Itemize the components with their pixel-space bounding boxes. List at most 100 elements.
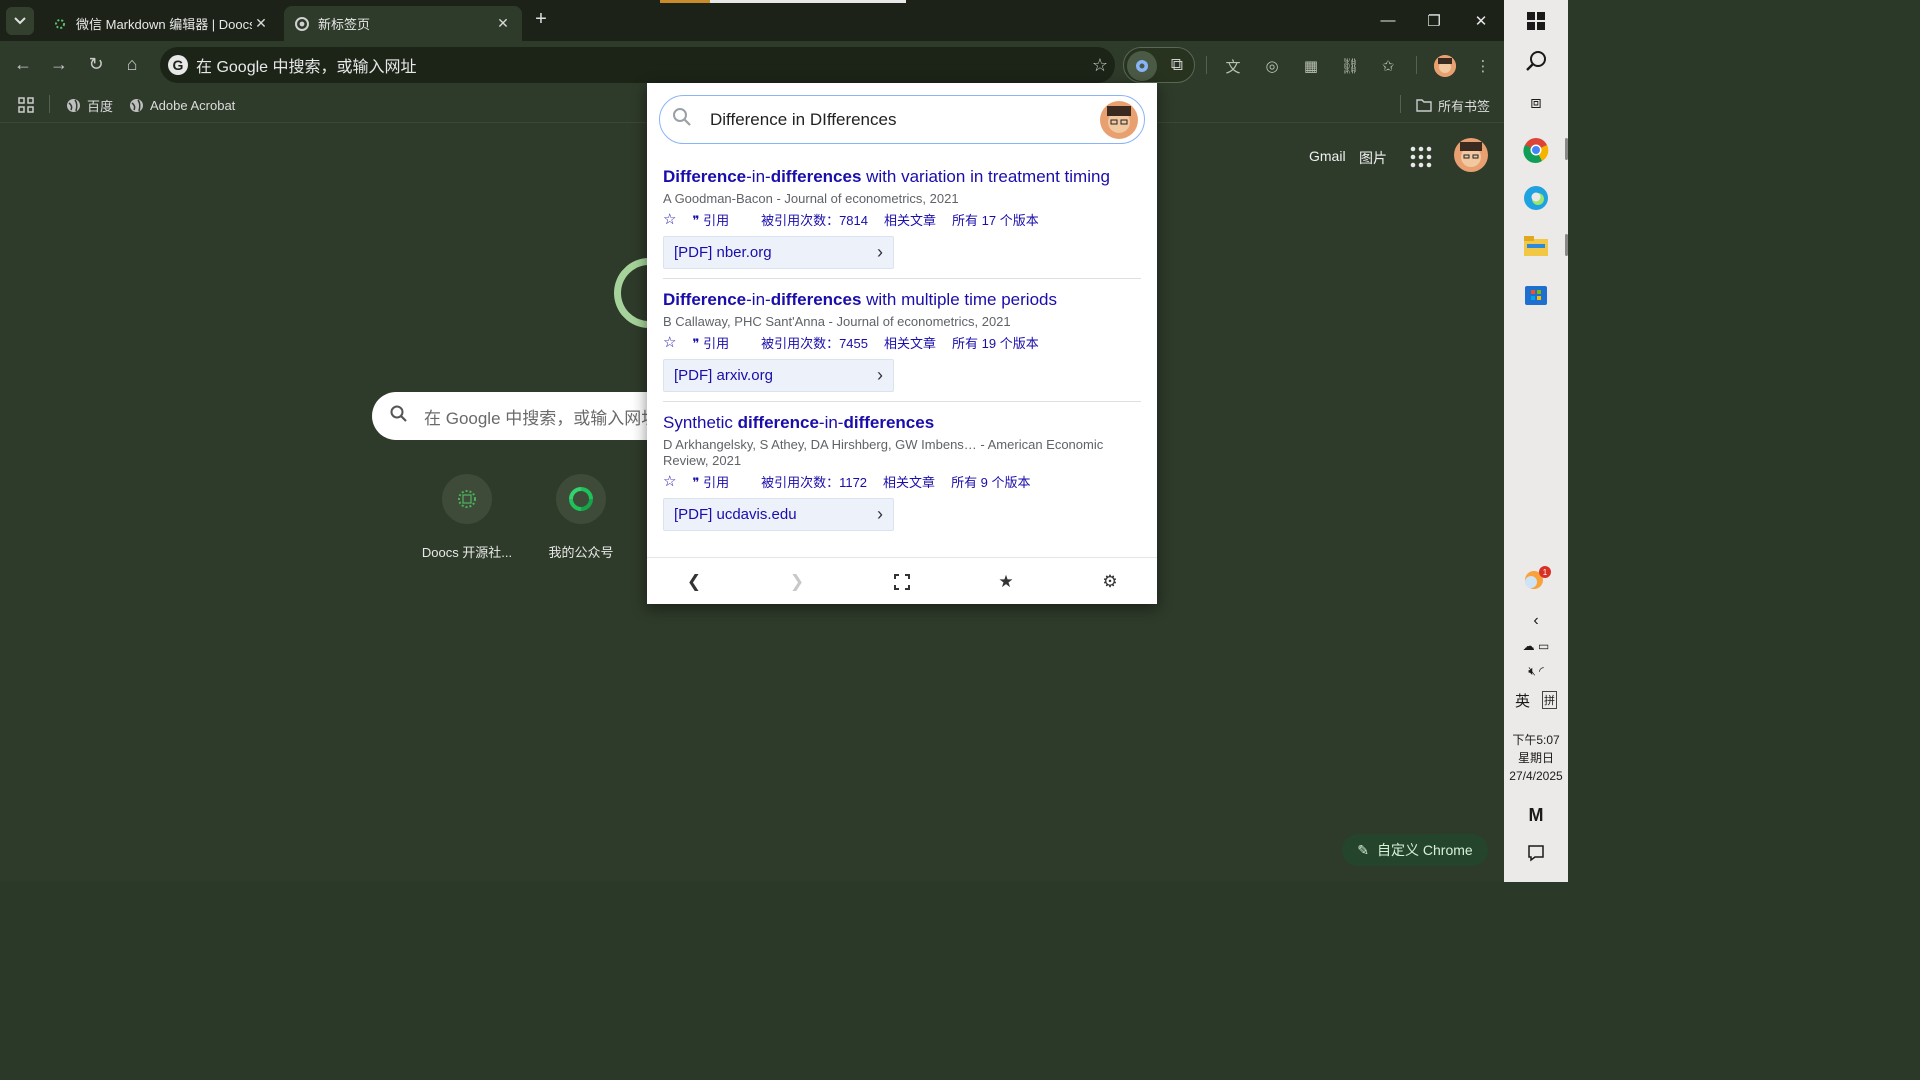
- customize-chrome-button[interactable]: ✎ 自定义 Chrome: [1342, 834, 1488, 866]
- search-result: Difference-in-differences with variation…: [663, 166, 1141, 269]
- close-tab-icon[interactable]: ✕: [494, 15, 512, 32]
- apps-grid-icon[interactable]: [18, 95, 34, 115]
- chrome-favicon-icon: [294, 16, 310, 32]
- qr-code-icon[interactable]: ▦: [1300, 55, 1322, 77]
- tab-new-tab[interactable]: 新标签页 ✕: [284, 6, 522, 41]
- doocs-icon: [442, 474, 492, 524]
- minimize-icon[interactable]: —: [1365, 0, 1411, 41]
- screenshot-icon[interactable]: ◎: [1261, 55, 1283, 77]
- cite-button[interactable]: ❞ 引用: [692, 333, 745, 352]
- popup-search-box[interactable]: [659, 95, 1145, 144]
- search-result: Synthetic difference-in-differences D Ar…: [663, 412, 1141, 531]
- back-arrow-icon[interactable]: ←: [10, 51, 36, 77]
- file-explorer-icon[interactable]: [1504, 232, 1568, 260]
- saved-star-icon[interactable]: ★: [994, 570, 1018, 594]
- ime-language: 英: [1514, 692, 1530, 710]
- previous-chevron-icon[interactable]: ❮: [682, 570, 706, 594]
- favorites-icon[interactable]: ✩: [1377, 55, 1399, 77]
- title-bold-part: differences: [770, 167, 862, 186]
- close-tab-icon[interactable]: ✕: [252, 15, 270, 32]
- related-articles-link[interactable]: 相关文章: [883, 472, 935, 491]
- tray-volume-network-icons[interactable]: 🔇︎ ◜: [1504, 661, 1568, 681]
- home-icon[interactable]: ⌂: [119, 51, 145, 77]
- next-chevron-icon[interactable]: ❯: [785, 570, 809, 594]
- chevron-right-icon: ›: [877, 242, 883, 262]
- show-hidden-icons-chevron-icon[interactable]: ‹: [1504, 610, 1568, 632]
- fullscreen-icon[interactable]: [890, 570, 914, 594]
- extensions-puzzle-icon[interactable]: ⧉: [1166, 55, 1188, 77]
- cite-button[interactable]: ❞ 引用: [692, 472, 745, 491]
- related-articles-link[interactable]: 相关文章: [884, 333, 936, 352]
- result-title-link[interactable]: Synthetic difference-in-differences: [663, 412, 1141, 433]
- title-bold-part: Difference: [663, 290, 747, 309]
- toolbar-separator: [1206, 56, 1207, 74]
- cite-button[interactable]: ❞ 引用: [692, 210, 745, 229]
- chrome-taskbar-icon[interactable]: [1504, 136, 1568, 164]
- address-bar[interactable]: G 在 Google 中搜索，或输入网址 ☆: [160, 47, 1115, 83]
- account-avatar[interactable]: [1454, 138, 1488, 172]
- new-tab-button[interactable]: +: [530, 8, 552, 32]
- pdf-link[interactable]: [PDF] nber.org ›: [663, 236, 894, 269]
- images-link[interactable]: 图片: [1359, 148, 1387, 168]
- all-bookmarks-button[interactable]: 所有书签: [1416, 95, 1490, 115]
- tab-markdown-editor[interactable]: 微信 Markdown 编辑器 | Doocs ✕: [42, 6, 280, 41]
- restore-icon[interactable]: ❐: [1411, 0, 1457, 41]
- forward-arrow-icon[interactable]: →: [46, 51, 72, 77]
- cited-by-link[interactable]: 被引用次数：1172: [761, 472, 867, 491]
- all-versions-link[interactable]: 所有 19 个版本: [952, 333, 1039, 352]
- google-apps-icon[interactable]: [1410, 146, 1432, 168]
- all-versions-link[interactable]: 所有 17 个版本: [952, 210, 1039, 229]
- cited-by-link[interactable]: 被引用次数：7455: [761, 333, 868, 352]
- tab-search-button[interactable]: [6, 7, 34, 35]
- ime-indicator[interactable]: 英 拼: [1504, 688, 1568, 712]
- link-icon[interactable]: ⛓: [1339, 55, 1361, 77]
- save-star-icon[interactable]: ☆: [663, 472, 676, 490]
- related-articles-link[interactable]: 相关文章: [884, 210, 936, 229]
- google-icon: G: [168, 55, 188, 75]
- pdf-link[interactable]: [PDF] arxiv.org ›: [663, 359, 894, 392]
- result-actions: ☆ ❞ 引用 被引用次数：7455 相关文章 所有 19 个版本: [663, 333, 1141, 351]
- popup-avatar[interactable]: [1100, 101, 1138, 139]
- clock[interactable]: 下午5:07 星期日 27/4/2025: [1504, 730, 1568, 786]
- menu-kebab-icon[interactable]: ⋮: [1472, 55, 1494, 77]
- save-star-icon[interactable]: ☆: [663, 333, 676, 351]
- save-star-icon[interactable]: ☆: [663, 210, 676, 228]
- edge-taskbar-icon[interactable]: [1504, 184, 1568, 212]
- settings-gear-icon[interactable]: ⚙: [1098, 570, 1122, 594]
- search-icon[interactable]: [1504, 48, 1568, 74]
- title-part: -in-: [746, 167, 771, 186]
- task-view-icon[interactable]: ⧈: [1504, 90, 1568, 114]
- all-versions-link[interactable]: 所有 9 个版本: [951, 472, 1030, 491]
- shortcut-label: Doocs 开源社...: [421, 545, 513, 560]
- active-app-indicator: [1565, 138, 1568, 160]
- pdf-label: [PDF] arxiv.org: [674, 367, 773, 384]
- tab-title: 微信 Markdown 编辑器 | Doocs: [76, 17, 252, 32]
- pdf-link[interactable]: [PDF] ucdavis.edu ›: [663, 498, 894, 531]
- notification-badge: 1: [1543, 568, 1548, 577]
- result-title-link[interactable]: Difference-in-differences with variation…: [663, 166, 1141, 187]
- result-actions: ☆ ❞ 引用 被引用次数：1172 相关文章 所有 9 个版本: [663, 472, 1141, 490]
- shortcut-doocs[interactable]: Doocs 开源社...: [412, 474, 522, 561]
- notification-center-icon[interactable]: [1504, 842, 1568, 864]
- close-window-icon[interactable]: ✕: [1458, 0, 1504, 41]
- title-part: with variation in treatment timing: [861, 167, 1110, 186]
- windows-start-icon[interactable]: [1504, 8, 1568, 34]
- result-title-link[interactable]: Difference-in-differences with multiple …: [663, 289, 1141, 310]
- profile-avatar[interactable]: [1434, 55, 1456, 77]
- shortcut-wechat-account[interactable]: 我的公众号: [526, 474, 636, 561]
- scholar-extension-icon[interactable]: [1127, 51, 1157, 81]
- chevron-down-icon: [14, 17, 26, 25]
- microsoft-store-icon[interactable]: [1504, 280, 1568, 308]
- bookmark-adobe-acrobat[interactable]: Adobe Acrobat: [128, 95, 235, 115]
- translate-icon[interactable]: 文: [1222, 55, 1244, 77]
- tray-cloud-battery-icons[interactable]: ☁ ▭: [1504, 636, 1568, 656]
- markdown-app-icon[interactable]: M: [1504, 802, 1568, 828]
- popup-search-input[interactable]: [710, 109, 1090, 130]
- bookmark-star-icon[interactable]: ☆: [1085, 55, 1115, 76]
- reload-icon[interactable]: ↻: [83, 51, 109, 77]
- bookmark-baidu[interactable]: 百度: [65, 95, 113, 115]
- cited-by-link[interactable]: 被引用次数：7814: [761, 210, 868, 229]
- gmail-link[interactable]: Gmail: [1309, 148, 1346, 164]
- popup-footer: ❮ ❯ ★ ⚙: [647, 557, 1157, 604]
- weather-notification-icon[interactable]: 1: [1504, 564, 1568, 592]
